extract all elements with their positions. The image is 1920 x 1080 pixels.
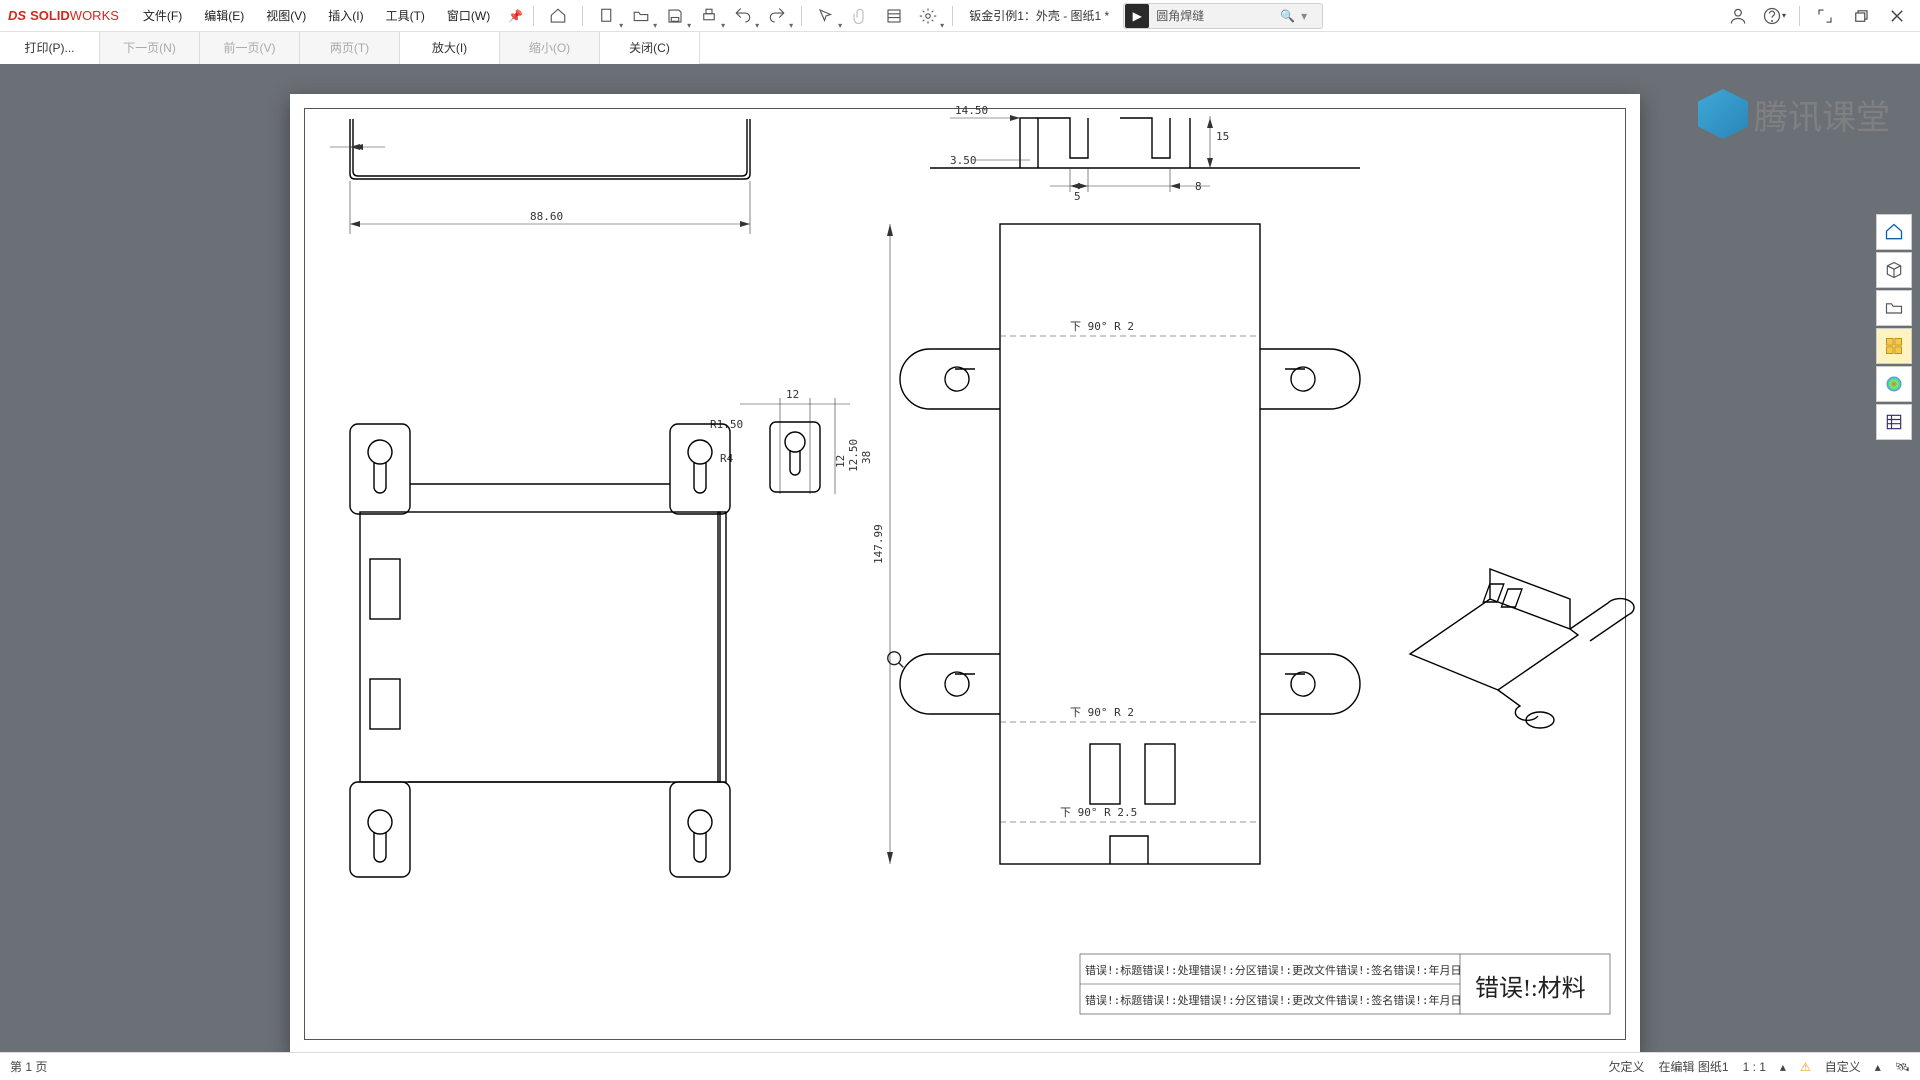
watermark-icon xyxy=(1698,89,1748,139)
status-scale-drop[interactable]: ▴ xyxy=(1780,1060,1786,1074)
user-icon[interactable] xyxy=(1723,1,1753,31)
watermark: 腾讯课堂 xyxy=(1698,84,1890,144)
magnify-cursor-icon xyxy=(885,649,907,674)
new-icon[interactable] xyxy=(593,2,621,30)
redo-icon[interactable] xyxy=(763,2,791,30)
status-warning-icon[interactable]: ⚠ xyxy=(1800,1060,1811,1074)
settings-icon[interactable] xyxy=(914,2,942,30)
print-preview-toolbar: 打印(P)... 下一页(N) 前一页(V) 两页(T) 放大(I) 缩小(O)… xyxy=(0,32,1920,64)
dim-5: 5 xyxy=(1074,190,1081,203)
chevron-down-icon[interactable]: ▾ xyxy=(1301,9,1307,23)
separator xyxy=(801,6,802,26)
status-undefined: 欠定义 xyxy=(1609,1058,1645,1075)
dim-38: 38 xyxy=(860,451,873,464)
app-logo: DS SOLIDWORKS xyxy=(8,8,119,23)
titleblock-row1: 错误!:标题错误!:处理错误!:分区错误!:更改文件错误!:签名错误!:年月日 xyxy=(1085,963,1461,977)
menubar: DS SOLIDWORKS 文件(F) 编辑(E) 视图(V) 插入(I) 工具… xyxy=(0,0,1920,32)
dim-12b: 12 xyxy=(834,455,847,468)
titleblock-row2: 错误!:标题错误!:处理错误!:分区错误!:更改文件错误!:签名错误!:年月日 xyxy=(1085,993,1461,1007)
attach-icon[interactable] xyxy=(846,2,874,30)
open-icon[interactable] xyxy=(627,2,655,30)
menu-tools[interactable]: 工具(T) xyxy=(378,7,433,24)
menu-insert[interactable]: 插入(I) xyxy=(320,7,371,24)
menu-window[interactable]: 窗口(W) xyxy=(439,7,498,24)
pin-icon[interactable]: 📌 xyxy=(508,9,523,23)
two-page-button: 两页(T) xyxy=(300,32,400,64)
bend-note-2: 下 90° R 2 xyxy=(1070,706,1134,719)
dim-12-50: 12.50 xyxy=(847,439,860,472)
status-bar: 第 1 页 欠定义 在编辑 图纸1 1 : 1 ▴ ⚠ 自定义 ▴ 🛰 xyxy=(0,1052,1920,1080)
status-editing: 在编辑 图纸1 xyxy=(1659,1058,1729,1075)
pane-home-icon[interactable] xyxy=(1876,214,1912,250)
dim-3-50: 3.50 xyxy=(950,154,977,167)
save-icon[interactable] xyxy=(661,2,689,30)
titleblock-material: 错误!:材料 xyxy=(1475,975,1586,1002)
status-custom-drop[interactable]: ▴ xyxy=(1875,1060,1881,1074)
menu-edit[interactable]: 编辑(E) xyxy=(196,7,252,24)
search-icon[interactable]: 🔍 xyxy=(1280,9,1295,23)
expand-icon[interactable] xyxy=(1810,1,1840,31)
task-pane xyxy=(1876,214,1912,440)
command-icon: ▶ xyxy=(1125,4,1149,28)
close-preview-button[interactable]: 关闭(C) xyxy=(600,32,700,64)
bend-note-3: 下 90° R 2.5 xyxy=(1060,806,1137,819)
pane-view-palette-icon[interactable] xyxy=(1876,328,1912,364)
watermark-text: 腾讯课堂 xyxy=(1754,90,1890,139)
pane-appearances-icon[interactable] xyxy=(1876,366,1912,402)
status-scale[interactable]: 1 : 1 xyxy=(1743,1060,1766,1074)
separator xyxy=(1799,6,1800,26)
drawing-canvas[interactable]: 88.60 14.50 15 3.50 5 8 xyxy=(0,64,1920,1052)
separator xyxy=(533,6,534,26)
zoom-in-button[interactable]: 放大(I) xyxy=(400,32,500,64)
pane-file-explorer-icon[interactable] xyxy=(1876,290,1912,326)
close-icon[interactable] xyxy=(1882,1,1912,31)
pane-resources-icon[interactable] xyxy=(1876,252,1912,288)
print-button[interactable]: 打印(P)... xyxy=(0,32,100,64)
status-page: 第 1 页 xyxy=(10,1058,47,1075)
search-box[interactable]: ▶ 🔍 ▾ xyxy=(1123,3,1323,29)
dim-147-99: 147.99 xyxy=(872,524,885,564)
restore-icon[interactable] xyxy=(1846,1,1876,31)
dim-15: 15 xyxy=(1216,130,1229,143)
print-icon[interactable] xyxy=(695,2,723,30)
select-icon[interactable] xyxy=(812,2,840,30)
separator xyxy=(952,6,953,26)
dim-88-60: 88.60 xyxy=(530,210,563,223)
drawing-geometry: 88.60 14.50 15 3.50 5 8 xyxy=(290,94,1640,1052)
dim-14-50: 14.50 xyxy=(955,104,988,117)
separator xyxy=(582,6,583,26)
dim-r4: R4 xyxy=(720,452,734,465)
status-network-icon[interactable]: 🛰 xyxy=(1895,1060,1910,1074)
dim-8: 8 xyxy=(1195,180,1202,193)
search-input[interactable] xyxy=(1150,9,1280,23)
document-title: 钣金引例1：外壳 - 图纸1 * xyxy=(969,7,1109,24)
pane-properties-icon[interactable] xyxy=(1876,404,1912,440)
help-icon[interactable]: ▾ xyxy=(1759,1,1789,31)
prev-page-button: 前一页(V) xyxy=(200,32,300,64)
drawing-sheet: 88.60 14.50 15 3.50 5 8 xyxy=(290,94,1640,1052)
bend-note-1: 下 90° R 2 xyxy=(1070,320,1134,333)
menu-view[interactable]: 视图(V) xyxy=(258,7,314,24)
home-icon[interactable] xyxy=(544,2,572,30)
status-custom[interactable]: 自定义 xyxy=(1825,1058,1861,1075)
list-icon[interactable] xyxy=(880,2,908,30)
next-page-button: 下一页(N) xyxy=(100,32,200,64)
dim-12: 12 xyxy=(786,388,799,401)
menu-file[interactable]: 文件(F) xyxy=(135,7,190,24)
undo-icon[interactable] xyxy=(729,2,757,30)
zoom-out-button: 缩小(O) xyxy=(500,32,600,64)
